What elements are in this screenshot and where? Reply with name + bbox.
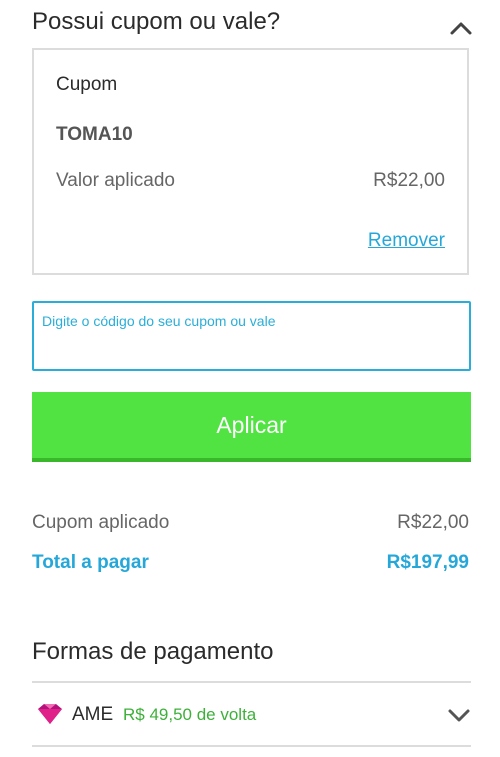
coupon-code: TOMA10 <box>56 124 133 145</box>
total-label: Total a pagar <box>32 552 149 573</box>
ame-icon <box>38 704 62 724</box>
summary-coupon-value: R$22,00 <box>397 512 469 533</box>
chevron-down-icon[interactable] <box>446 702 472 728</box>
divider <box>32 681 471 683</box>
coupon-label: Cupom <box>56 74 118 95</box>
payment-method-ame[interactable]: AME R$ 49,50 de volta <box>32 684 471 746</box>
cashback-text: R$ 49,50 de volta <box>123 705 257 724</box>
coupon-code-input[interactable] <box>32 301 471 371</box>
applied-coupon-card: Cupom TOMA10 Valor aplicado R$22,00 Remo… <box>32 48 469 275</box>
payment-method-name: AME <box>72 704 114 725</box>
chevron-up-icon[interactable] <box>448 16 474 42</box>
divider <box>32 745 471 747</box>
applied-value: R$22,00 <box>373 170 445 191</box>
apply-button[interactable]: Aplicar <box>32 392 471 462</box>
remove-coupon-link[interactable]: Remover <box>368 230 445 252</box>
applied-value-label: Valor aplicado <box>56 170 176 191</box>
summary-coupon-label: Cupom aplicado <box>32 512 170 533</box>
total-value: R$197,99 <box>386 552 469 573</box>
payment-section-title: Formas de pagamento <box>32 638 274 665</box>
coupon-section-title: Possui cupom ou vale? <box>32 8 281 35</box>
